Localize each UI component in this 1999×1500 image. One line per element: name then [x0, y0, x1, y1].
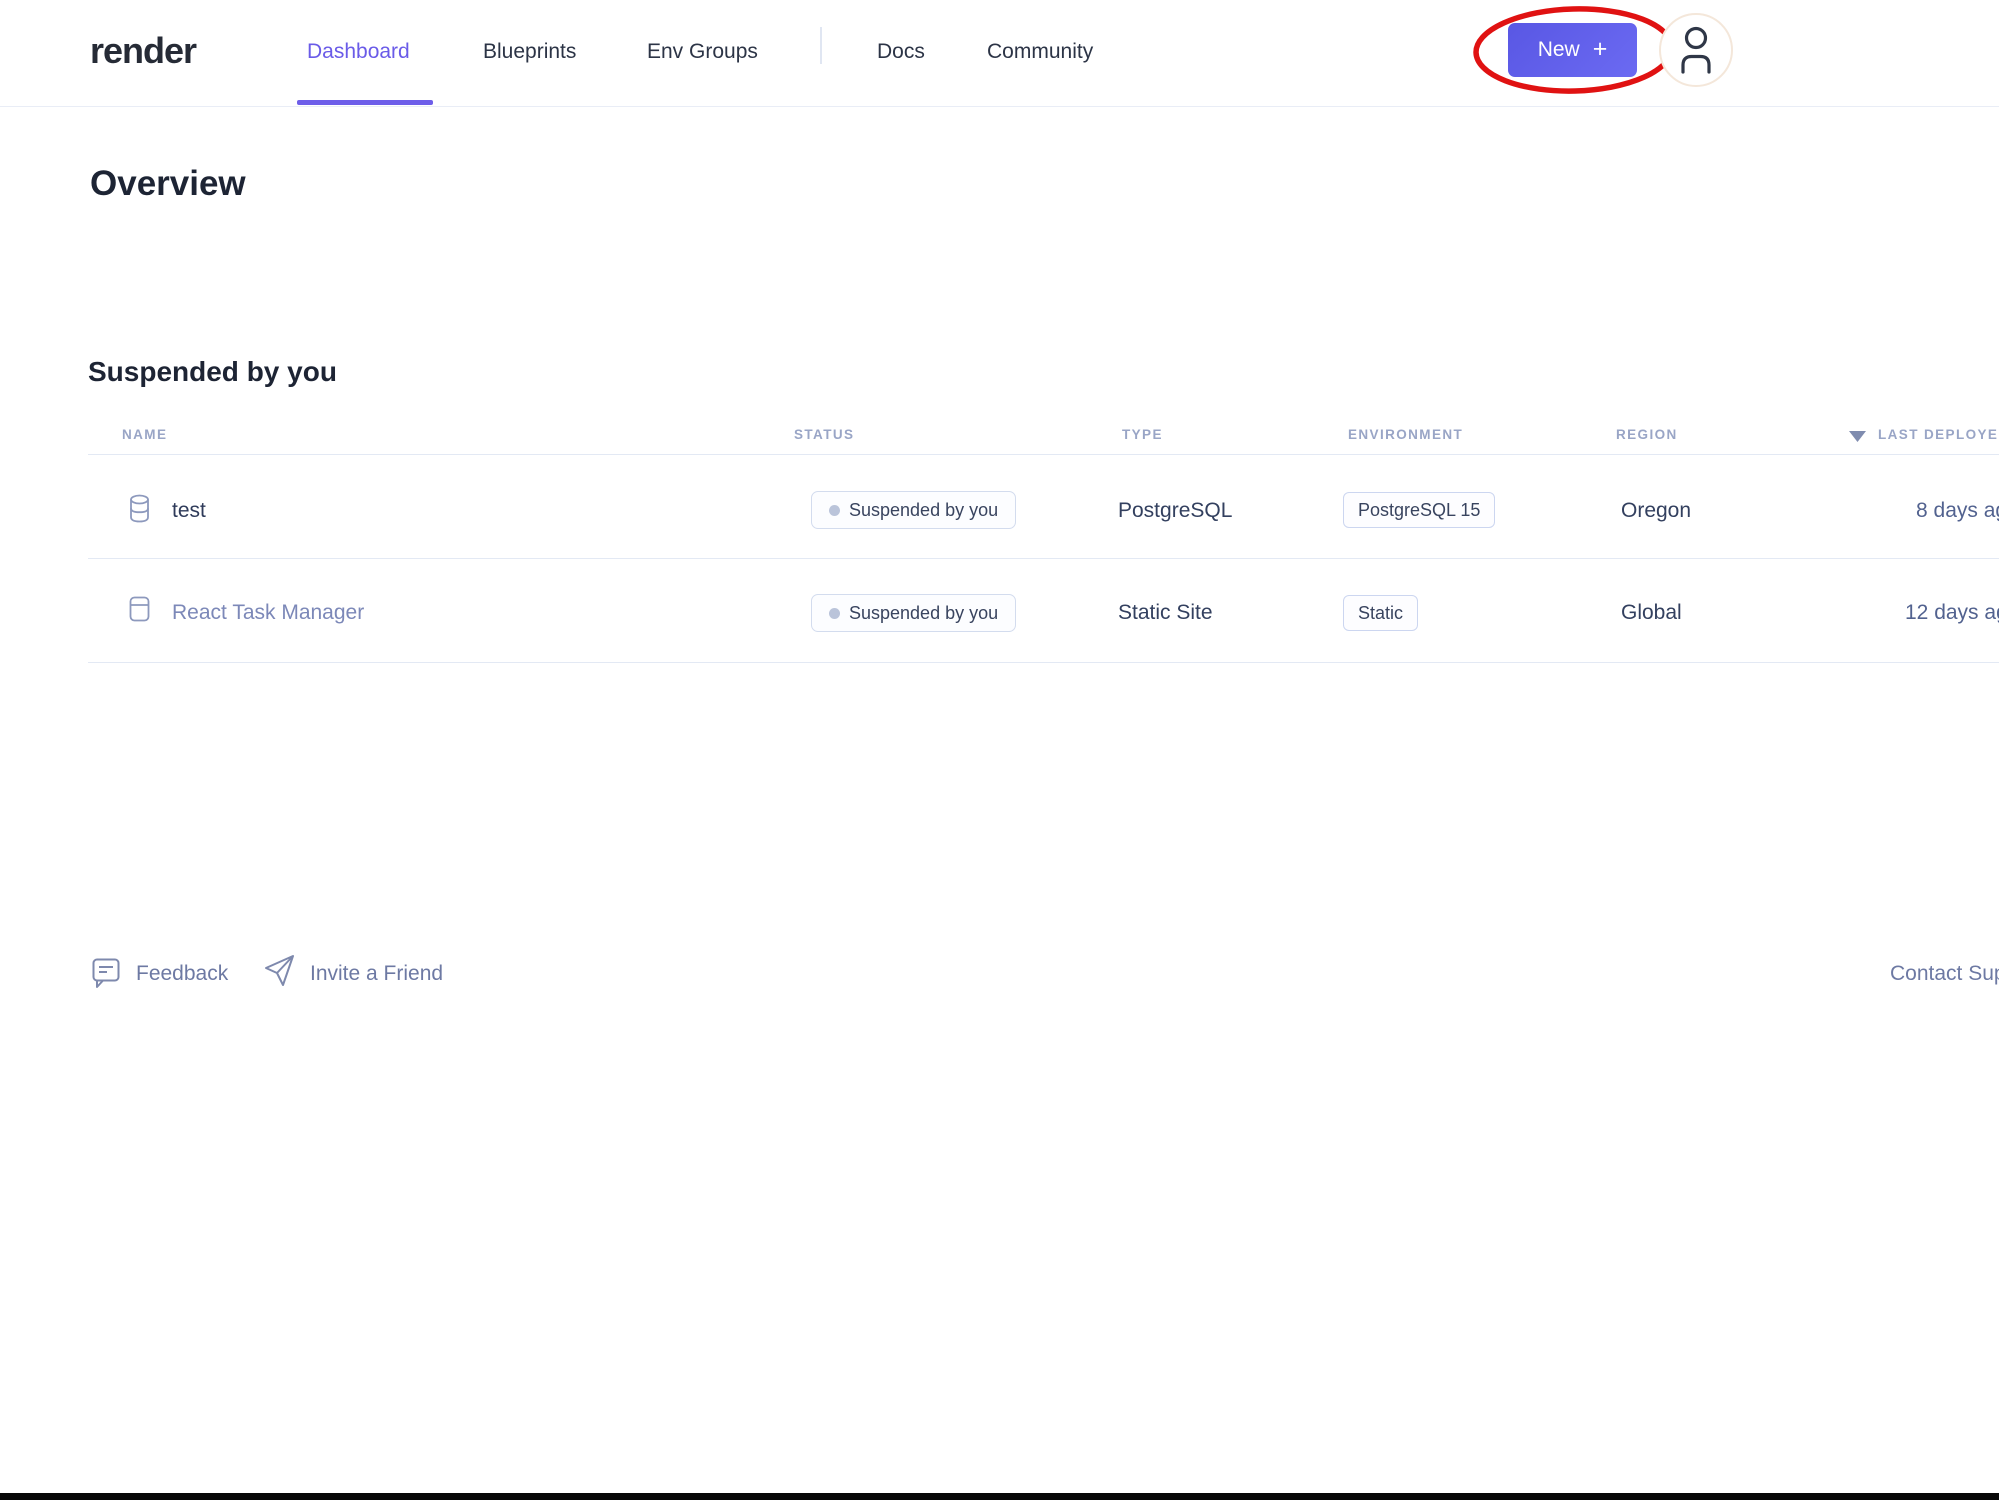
table-header-divider [88, 454, 1999, 455]
section-heading: Suspended by you [88, 356, 337, 388]
region-cell: Global [1621, 601, 1682, 625]
last-deploy-cell: 8 days ago [1916, 499, 1999, 523]
col-header-region: REGION [1616, 427, 1678, 442]
status-badge-label: Suspended by you [849, 500, 998, 521]
nav-item-dashboard[interactable]: Dashboard [307, 40, 410, 64]
contact-support-link[interactable]: Contact Support [1890, 962, 1999, 986]
nav-divider [820, 27, 822, 64]
static-site-icon [129, 596, 150, 622]
col-header-environment: ENVIRONMENT [1348, 427, 1463, 442]
region-cell: Oregon [1621, 499, 1691, 523]
new-button-label: New [1538, 38, 1580, 62]
status-dot-icon [829, 505, 840, 516]
col-header-status: STATUS [794, 427, 854, 442]
col-header-last-deployed[interactable]: LAST DEPLOYED [1878, 427, 1999, 442]
database-icon [129, 494, 150, 523]
page-title: Overview [90, 164, 246, 204]
feedback-chat-icon[interactable] [92, 958, 120, 988]
nav-item-community[interactable]: Community [987, 40, 1093, 64]
account-avatar-button[interactable] [1659, 13, 1733, 87]
plus-icon: + [1593, 35, 1608, 64]
feedback-link[interactable]: Feedback [136, 962, 228, 986]
environment-badge: Static [1343, 595, 1418, 631]
top-nav: render Dashboard Blueprints Env Groups D… [0, 0, 1999, 107]
col-header-name: NAME [122, 427, 167, 442]
col-header-type: TYPE [1122, 427, 1163, 442]
new-button[interactable]: New + [1508, 23, 1637, 77]
row-divider [88, 662, 1999, 663]
last-deploy-cell: 12 days ago [1905, 601, 1999, 625]
invite-friend-link[interactable]: Invite a Friend [310, 962, 443, 986]
sort-descending-icon[interactable] [1849, 431, 1866, 442]
service-name-link[interactable]: React Task Manager [172, 601, 364, 625]
service-name-link[interactable]: test [172, 499, 206, 523]
row-divider [88, 558, 1999, 559]
type-cell: PostgreSQL [1118, 499, 1232, 523]
person-icon [1676, 25, 1716, 75]
bottom-bar [0, 1493, 1999, 1500]
paper-plane-icon[interactable] [264, 954, 296, 988]
nav-item-env-groups[interactable]: Env Groups [647, 40, 758, 64]
environment-badge: PostgreSQL 15 [1343, 492, 1495, 528]
type-cell: Static Site [1118, 601, 1213, 625]
status-badge: Suspended by you [811, 594, 1016, 632]
nav-item-blueprints[interactable]: Blueprints [483, 40, 576, 64]
status-badge-label: Suspended by you [849, 603, 998, 624]
nav-item-docs[interactable]: Docs [877, 40, 925, 64]
status-dot-icon [829, 608, 840, 619]
status-badge: Suspended by you [811, 491, 1016, 529]
active-tab-underline [297, 100, 433, 105]
render-logo[interactable]: render [90, 30, 196, 72]
